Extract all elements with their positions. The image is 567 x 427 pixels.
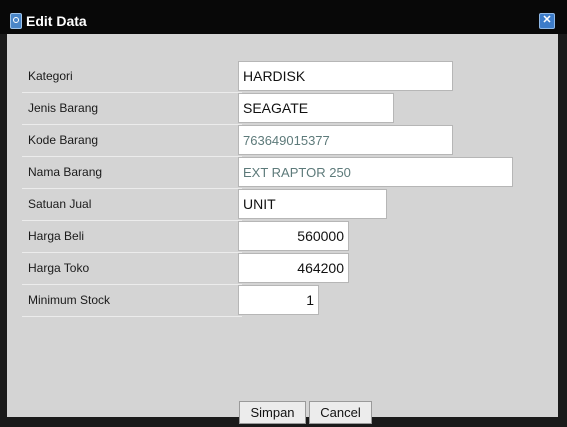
form-row-kode-barang: Kode Barang bbox=[22, 125, 512, 157]
form-row-harga-toko: Harga Toko bbox=[22, 253, 512, 285]
dialog-title: Edit Data bbox=[26, 13, 87, 29]
harga-toko-label: Harga Toko bbox=[22, 253, 242, 285]
form-row-minimum-stock: Minimum Stock bbox=[22, 285, 512, 317]
nama-barang-label: Nama Barang bbox=[22, 157, 242, 189]
cancel-button[interactable]: Cancel bbox=[309, 401, 372, 424]
save-button[interactable]: Simpan bbox=[239, 401, 306, 424]
form-panel: Kategori Jenis Barang Kode Barang Nama B… bbox=[7, 34, 558, 424]
edit-data-dialog: Edit Data ✕ Kategori Jenis Barang Kode B… bbox=[0, 0, 567, 427]
close-icon[interactable]: ✕ bbox=[539, 13, 555, 29]
minimum-stock-label: Minimum Stock bbox=[22, 285, 242, 317]
nama-barang-field[interactable] bbox=[238, 157, 513, 187]
kode-barang-label: Kode Barang bbox=[22, 125, 242, 157]
jenis-barang-field[interactable] bbox=[238, 93, 394, 123]
harga-toko-field[interactable] bbox=[238, 253, 349, 283]
kategori-field[interactable] bbox=[238, 61, 453, 91]
form-row-jenis-barang: Jenis Barang bbox=[22, 93, 512, 125]
satuan-jual-label: Satuan Jual bbox=[22, 189, 242, 221]
harga-beli-field[interactable] bbox=[238, 221, 349, 251]
minimum-stock-field[interactable] bbox=[238, 285, 319, 315]
form-row-satuan-jual: Satuan Jual bbox=[22, 189, 512, 221]
harga-beli-label: Harga Beli bbox=[22, 221, 242, 253]
form-row-nama-barang: Nama Barang bbox=[22, 157, 513, 189]
form-row-harga-beli: Harga Beli bbox=[22, 221, 512, 253]
form-icon bbox=[10, 13, 22, 29]
satuan-jual-field[interactable] bbox=[238, 189, 387, 219]
form-row-kategori: Kategori bbox=[22, 61, 512, 93]
kategori-label: Kategori bbox=[22, 61, 242, 93]
title-bar[interactable]: Edit Data ✕ bbox=[0, 0, 567, 34]
kode-barang-field[interactable] bbox=[238, 125, 453, 155]
jenis-barang-label: Jenis Barang bbox=[22, 93, 242, 125]
